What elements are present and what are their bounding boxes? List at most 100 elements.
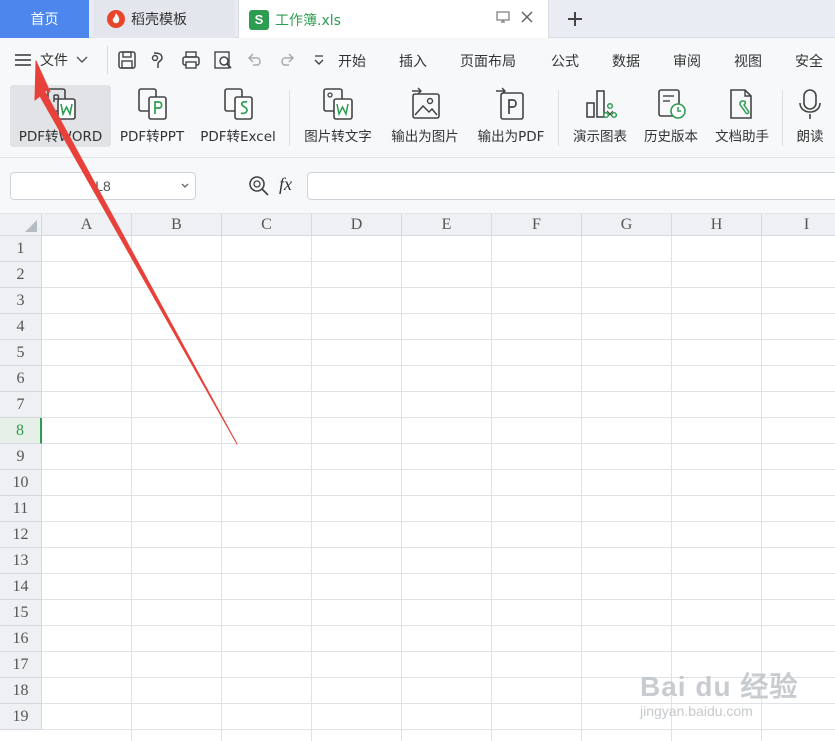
insert-function-button[interactable]: fx	[279, 174, 292, 195]
image-to-text-label: 图片转文字	[304, 129, 372, 145]
close-tab-icon[interactable]	[520, 10, 534, 28]
export-pdf-button[interactable]: 输出为PDF	[471, 85, 551, 147]
column-header[interactable]: C	[222, 214, 312, 236]
history-icon	[654, 87, 688, 121]
print-icon[interactable]	[180, 49, 202, 71]
row-header[interactable]: 6	[0, 366, 42, 392]
select-all-corner[interactable]	[0, 214, 42, 236]
watermark-main-text: Bai du 经验	[640, 671, 799, 702]
watermark-url-text: jingyan.baidu.com	[640, 703, 753, 719]
plus-icon	[568, 12, 582, 26]
menu-item-formula[interactable]: 公式	[551, 51, 579, 71]
row-header[interactable]: 2	[0, 262, 42, 288]
file-menu-button[interactable]: 文件	[14, 50, 88, 70]
chart-icon	[583, 87, 617, 121]
baidu-watermark: Bai du 经验 jingyan.baidu.com	[640, 655, 820, 725]
history-button[interactable]: 历史版本	[638, 85, 704, 147]
undo-icon[interactable]	[244, 49, 266, 71]
menu-bar: 文件 开始 插入 页面布局 公式 数据 审阅 视图 安全	[0, 38, 835, 82]
menu-item-review[interactable]: 审阅	[673, 51, 701, 71]
tab-workbook-label: 工作簿.xls	[275, 12, 341, 29]
tab-bar: 首页 稻壳模板 S 工作簿.xls	[0, 0, 835, 39]
doc-assistant-button[interactable]: 文档助手	[709, 85, 775, 147]
row-header[interactable]: 15	[0, 600, 42, 626]
window-float-icon[interactable]	[496, 10, 510, 28]
formula-bar: L8 fx	[0, 158, 835, 214]
column-header[interactable]: I	[762, 214, 835, 236]
read-aloud-label: 朗读	[796, 129, 824, 145]
print-preview-icon[interactable]	[212, 49, 234, 71]
pdf-to-ppt-icon	[135, 87, 169, 121]
menu-item-start[interactable]: 开始	[338, 51, 366, 71]
pdf-to-excel-button[interactable]: PDF转Excel	[195, 85, 281, 147]
row-header[interactable]: 16	[0, 626, 42, 652]
column-header[interactable]: E	[402, 214, 492, 236]
row-header[interactable]: 3	[0, 288, 42, 314]
column-header[interactable]: B	[132, 214, 222, 236]
save-icon[interactable]	[116, 49, 138, 71]
menu-item-insert[interactable]: 插入	[399, 51, 427, 71]
column-header[interactable]: G	[582, 214, 672, 236]
customize-toolbar-icon[interactable]	[308, 49, 330, 71]
pdf-to-word-icon	[44, 87, 78, 121]
row-header[interactable]: 4	[0, 314, 42, 340]
wps-logo-icon	[107, 10, 125, 28]
export-image-button[interactable]: 输出为图片	[384, 85, 466, 147]
format-painter-icon[interactable]	[148, 49, 170, 71]
quick-access-toolbar	[116, 49, 330, 71]
row-header[interactable]: 10	[0, 470, 42, 496]
microphone-icon	[793, 87, 827, 121]
column-header[interactable]: A	[42, 214, 132, 236]
chart-button[interactable]: 演示图表	[566, 85, 634, 147]
pdf-to-word-button[interactable]: PDF转WORD	[10, 85, 111, 147]
export-image-label: 输出为图片	[391, 129, 459, 145]
hamburger-menu-icon	[15, 54, 31, 66]
file-menu-label: 文件	[40, 53, 68, 69]
doc-assistant-label: 文档助手	[715, 129, 769, 145]
menu-item-security[interactable]: 安全	[795, 51, 823, 71]
new-tab-button[interactable]	[560, 5, 590, 33]
pdf-to-ppt-button[interactable]: PDF转PPT	[114, 85, 190, 147]
row-header[interactable]: 14	[0, 574, 42, 600]
formula-input[interactable]	[307, 172, 835, 200]
export-pdf-icon	[494, 87, 528, 121]
export-pdf-label: 输出为PDF	[477, 129, 545, 145]
chevron-down-icon[interactable]	[181, 183, 189, 189]
row-header[interactable]: 8	[0, 418, 42, 444]
chevron-down-icon	[76, 56, 88, 63]
pdf-to-ppt-label: PDF转PPT	[119, 129, 185, 145]
row-header[interactable]: 18	[0, 678, 42, 704]
redo-icon[interactable]	[276, 49, 298, 71]
tab-home[interactable]: 首页	[0, 0, 89, 38]
zoom-search-icon[interactable]	[248, 175, 270, 201]
image-to-text-icon	[321, 87, 355, 121]
row-header[interactable]: 1	[0, 236, 42, 262]
image-to-text-button[interactable]: 图片转文字	[297, 85, 379, 147]
column-header[interactable]: H	[672, 214, 762, 236]
chart-label: 演示图表	[573, 129, 627, 145]
spreadsheet-logo-icon: S	[249, 9, 269, 30]
name-box[interactable]: L8	[10, 172, 196, 200]
tab-template-label: 稻壳模板	[131, 12, 187, 28]
pdf-to-excel-label: PDF转Excel	[200, 129, 276, 145]
row-header[interactable]: 11	[0, 496, 42, 522]
row-header[interactable]: 13	[0, 548, 42, 574]
row-header[interactable]: 19	[0, 704, 42, 730]
menu-item-view[interactable]: 视图	[734, 51, 762, 71]
column-header[interactable]: D	[312, 214, 402, 236]
tab-workbook[interactable]: S 工作簿.xls	[238, 0, 549, 39]
menu-item-page-layout[interactable]: 页面布局	[460, 51, 516, 71]
read-aloud-button[interactable]: 朗读	[790, 85, 830, 147]
export-image-icon	[408, 87, 442, 121]
row-header[interactable]: 12	[0, 522, 42, 548]
row-header[interactable]: 7	[0, 392, 42, 418]
column-header[interactable]: F	[492, 214, 582, 236]
history-label: 历史版本	[644, 129, 698, 145]
row-header[interactable]: 17	[0, 652, 42, 678]
row-header[interactable]: 9	[0, 444, 42, 470]
ribbon-toolbar: PDF转WORD PDF转PPT PDF转Excel 图片转文字 输出为图片 输…	[0, 82, 835, 158]
doc-assistant-icon	[725, 87, 759, 121]
row-header[interactable]: 5	[0, 340, 42, 366]
tab-template[interactable]: 稻壳模板	[93, 0, 235, 38]
menu-item-data[interactable]: 数据	[612, 51, 640, 71]
